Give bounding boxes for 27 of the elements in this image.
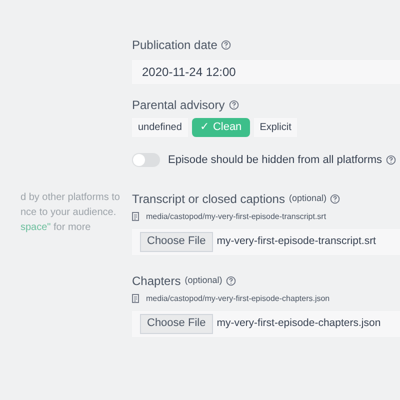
help-icon[interactable] — [221, 40, 232, 50]
file-input[interactable]: Choose File my-very-first-episode-chapters.json — [132, 310, 400, 336]
help-text: d by other platforms to nce to your audience. space" for more — [20, 191, 121, 235]
choose-file-button[interactable]: Choose File — [140, 314, 213, 334]
file-icon — [132, 212, 140, 221]
field-label: Transcript or closed captions — [132, 190, 285, 208]
help-icon[interactable] — [386, 155, 396, 166]
help-icon[interactable] — [228, 100, 239, 110]
field-label: Publication date — [132, 37, 218, 54]
advisory-option[interactable]: Explicit — [254, 118, 298, 137]
help-icon[interactable] — [330, 194, 340, 204]
field-label: Parental advisory — [132, 97, 225, 114]
advisory-option[interactable]: undefined — [132, 118, 188, 137]
file-path: media/castopod/my-very-first-episode-chapters.json — [146, 292, 330, 304]
field-label: Chapters — [132, 272, 181, 290]
optional-note: (optional) — [184, 274, 222, 287]
optional-note: (optional) — [288, 192, 326, 205]
hidden-toggle[interactable] — [132, 153, 160, 168]
file-name: my-very-first-episode-transcript.srt — [216, 234, 376, 249]
date-input[interactable]: 2020-11-24 12:00 — [132, 60, 400, 84]
file-name: my-very-first-episode-chapters.json — [216, 316, 381, 331]
file-path: media/castopod/my-very-first-episode-transcript.srt — [146, 210, 326, 222]
file-icon — [132, 294, 140, 303]
help-icon[interactable] — [226, 276, 236, 286]
toggle-label: Episode should be hidden from all platforms — [168, 153, 382, 168]
choose-file-button[interactable]: Choose File — [140, 232, 213, 252]
file-input[interactable]: Choose File my-very-first-episode-transcript.srt — [132, 228, 400, 254]
